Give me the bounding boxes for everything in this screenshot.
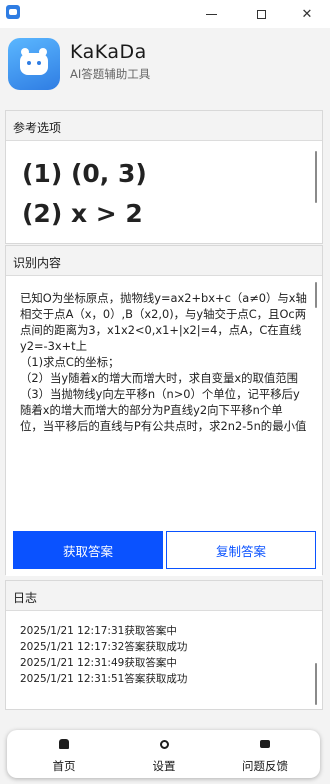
maximize-icon [256, 9, 266, 19]
app-title: KaKaDa [70, 41, 147, 63]
log-entry: 2025/1/21 12:31:51答案获取成功 [20, 673, 188, 685]
minimize-icon [205, 13, 217, 15]
nav-item-label: 首页 [52, 759, 76, 773]
recognition-panel-header: 识别内容 [6, 246, 322, 276]
title-bar: ✕ [0, 0, 330, 28]
app-logo [8, 38, 60, 90]
recognition-content-area: 已知O为坐标原点，抛物线y=ax2+bx+c（a≠0）与x轴相交于点A（x，0）… [6, 276, 322, 576]
maximize-button[interactable] [238, 0, 284, 28]
minimize-button[interactable] [188, 0, 234, 28]
nav-item-label: 设置 [152, 759, 176, 773]
log-entry: 2025/1/21 12:17:32答案获取成功 [20, 641, 188, 653]
reference-panel-title: 参考选项 [13, 121, 62, 135]
nav-item-home[interactable]: 首页 [24, 730, 104, 778]
recognition-panel: 识别内容 已知O为坐标原点，抛物线y=ax2+bx+c（a≠0）与x轴相交于点A… [5, 245, 323, 576]
reference-panel: 参考选项 (1) (0, 3) (2) x > 2 [5, 110, 323, 244]
log-panel-header: 日志 [6, 581, 322, 611]
copy-answer-button[interactable]: 复制答案 [166, 531, 316, 569]
app-window-icon [6, 5, 20, 19]
bear-logo-icon [20, 48, 48, 75]
close-button[interactable]: ✕ [284, 0, 330, 28]
log-entry: 2025/1/21 12:31:49获取答案中 [20, 657, 177, 669]
feedback-icon [260, 740, 270, 748]
nav-item-feedback[interactable]: 问题反馈 [225, 730, 305, 778]
nav-item-settings[interactable]: 设置 [124, 730, 204, 778]
app-subtitle: AI答题辅助工具 [70, 67, 151, 81]
log-panel-title: 日志 [13, 591, 38, 605]
recognition-panel-title: 识别内容 [13, 256, 62, 270]
nav-item-label: 问题反馈 [242, 759, 288, 773]
reference-answer-line: (1) (0, 3) [22, 159, 147, 188]
log-panel: 日志 2025/1/21 12:17:31获取答案中 2025/1/21 12:… [5, 580, 323, 710]
get-answer-button[interactable]: 获取答案 [13, 531, 163, 569]
recognition-scrollbar[interactable] [315, 282, 317, 308]
reference-answer-area[interactable]: (1) (0, 3) (2) x > 2 [6, 141, 322, 243]
reference-answer-line: (2) x > 2 [22, 199, 143, 228]
gear-icon [160, 740, 169, 749]
log-scrollbar[interactable] [315, 663, 317, 705]
bottom-nav: 首页 设置 问题反馈 [7, 730, 320, 778]
reference-panel-header: 参考选项 [6, 111, 322, 141]
home-icon [59, 739, 69, 749]
reference-scrollbar[interactable] [315, 151, 317, 203]
app-header: KaKaDa AI答题辅助工具 [0, 28, 330, 104]
log-list[interactable]: 2025/1/21 12:17:31获取答案中 2025/1/21 12:17:… [6, 611, 322, 709]
recognized-question-text[interactable]: 已知O为坐标原点，抛物线y=ax2+bx+c（a≠0）与x轴相交于点A（x，0）… [20, 290, 308, 434]
log-entry: 2025/1/21 12:17:31获取答案中 [20, 625, 177, 637]
close-icon: ✕ [301, 6, 313, 22]
